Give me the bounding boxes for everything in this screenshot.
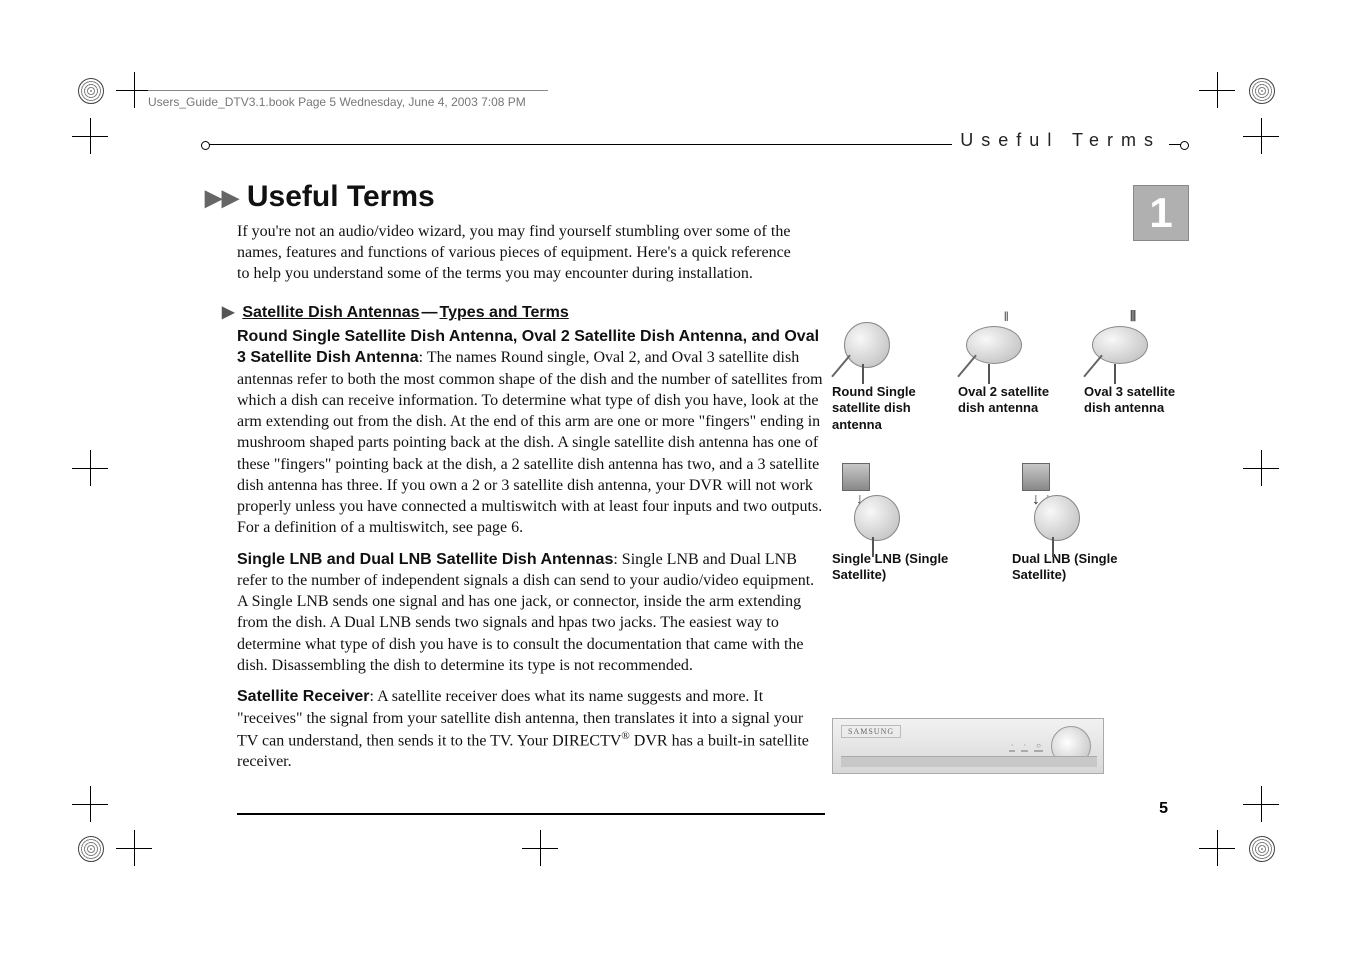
- oval3-dish-icon: ⦀: [1084, 316, 1156, 384]
- em-dash: —: [422, 304, 438, 321]
- crop-mark-icon: [122, 836, 146, 860]
- section-title-text: Useful Terms: [247, 180, 435, 213]
- page-number: 5: [1159, 800, 1168, 818]
- caption-round: Round Single satellite dish antenna: [832, 384, 930, 433]
- registration-mark-icon: [1249, 78, 1275, 104]
- crop-mark-icon: [1205, 836, 1229, 860]
- chapter-number: 1: [1149, 189, 1172, 237]
- receiver-slot-icon: [841, 756, 1097, 767]
- body-separator-rule: [237, 813, 825, 815]
- registration-mark-icon: [78, 836, 104, 862]
- caption-oval2: Oval 2 satellite dish antenna: [958, 384, 1056, 417]
- round-dish-icon: [832, 316, 904, 384]
- chapter-number-tab: 1: [1133, 185, 1189, 241]
- oval2-dish-icon: ‖: [958, 316, 1030, 384]
- figure-oval2: ‖ Oval 2 satellite dish antenna: [958, 316, 1056, 433]
- paragraph-2: Single LNB and Dual LNB Satellite Dish A…: [237, 549, 825, 677]
- figure-single-lnb: ↓ Single LNB (Single Satellite): [832, 461, 952, 584]
- single-lnb-icon: ↓: [832, 461, 904, 551]
- crop-mark-icon: [78, 456, 102, 480]
- crop-mark-icon: [1249, 792, 1273, 816]
- intro-paragraph: If you're not an audio/video wizard, you…: [237, 222, 797, 284]
- registered-mark: ®: [621, 730, 629, 742]
- crop-mark-icon: [1205, 78, 1229, 102]
- dual-lnb-icon: ↓ ↓: [1012, 461, 1084, 551]
- receiver-brand: SAMSUNG: [841, 725, 901, 738]
- caption-dual-lnb: Dual LNB (Single Satellite): [1012, 551, 1132, 584]
- crop-mark-icon: [1249, 124, 1273, 148]
- p2-lead: Single LNB and Dual LNB Satellite Dish A…: [237, 551, 613, 568]
- body-text: Round Single Satellite Dish Antenna, Ova…: [237, 326, 825, 783]
- p2-body: : Single LNB and Dual LNB refer to the n…: [237, 551, 814, 674]
- caption-single-lnb: Single LNB (Single Satellite): [832, 551, 952, 584]
- crop-mark-icon: [78, 792, 102, 816]
- section-title: ▶▶ Useful Terms: [205, 180, 435, 214]
- paragraph-3: Satellite Receiver: A satellite receiver…: [237, 686, 825, 772]
- running-head: Useful Terms: [952, 130, 1169, 151]
- crop-mark-icon: [122, 78, 146, 102]
- p1-body: : The names Round single, Oval 2, and Ov…: [237, 349, 823, 536]
- receiver-buttons-icon: ··○: [1009, 741, 1043, 752]
- crop-mark-icon: [78, 124, 102, 148]
- registration-mark-icon: [78, 78, 104, 104]
- figure-dual-lnb: ↓ ↓ Dual LNB (Single Satellite): [1012, 461, 1132, 584]
- figure-receiver: SAMSUNG ··○: [832, 718, 1104, 774]
- figure-round-single: Round Single satellite dish antenna: [832, 316, 930, 433]
- book-meta-line: Users_Guide_DTV3.1.book Page 5 Wednesday…: [148, 90, 548, 109]
- registration-mark-icon: [1249, 836, 1275, 862]
- p3-lead: Satellite Receiver: [237, 688, 370, 705]
- paragraph-1: Round Single Satellite Dish Antenna, Ova…: [237, 326, 825, 539]
- caret-right-double-icon: ▶▶: [205, 185, 239, 210]
- crop-mark-icon: [1249, 456, 1273, 480]
- caption-oval3: Oval 3 satellite dish antenna: [1084, 384, 1182, 417]
- subheading: ▶ Satellite Dish Antennas—Types and Terms: [222, 302, 569, 322]
- figure-oval3: ⦀ Oval 3 satellite dish antenna: [1084, 316, 1182, 433]
- crop-mark-icon: [528, 836, 552, 860]
- subheading-part2: Types and Terms: [440, 304, 569, 321]
- subheading-part1: Satellite Dish Antennas: [242, 304, 419, 321]
- caret-right-icon: ▶: [222, 304, 234, 321]
